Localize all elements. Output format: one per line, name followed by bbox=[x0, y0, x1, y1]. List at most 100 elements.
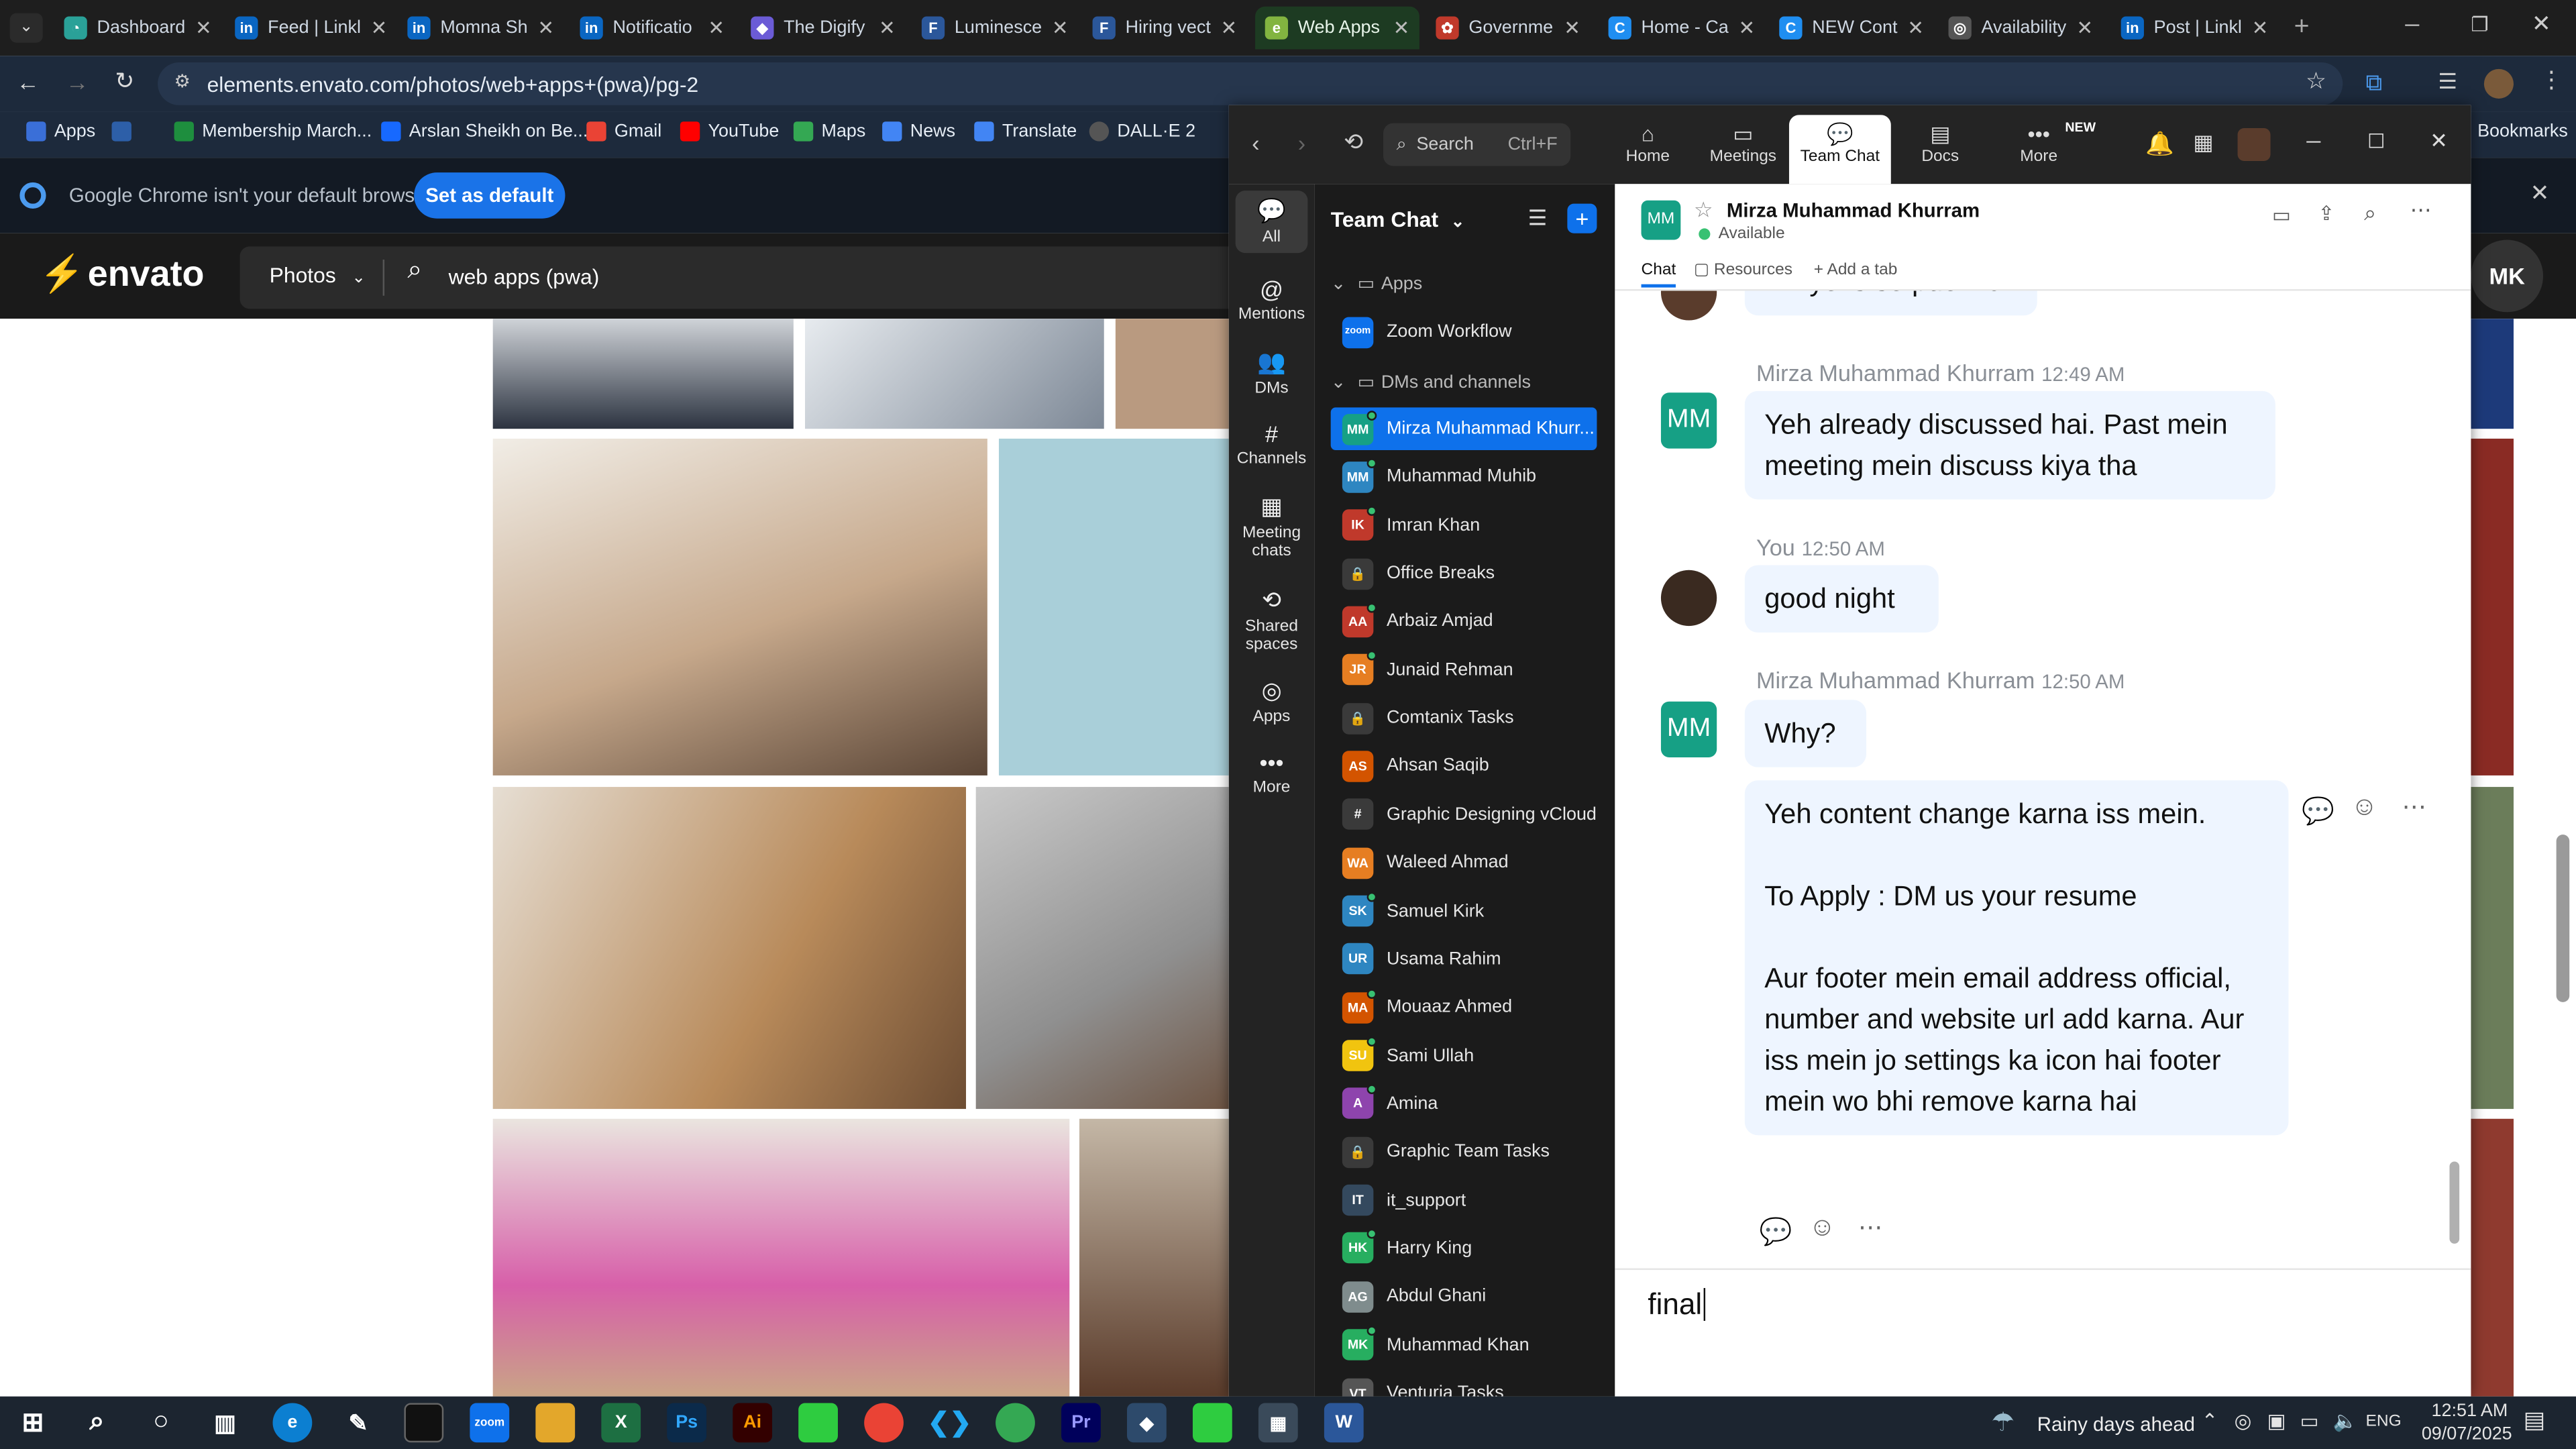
word-icon[interactable]: W bbox=[1324, 1403, 1364, 1443]
pen-icon[interactable]: ✎ bbox=[338, 1403, 378, 1442]
tab-close-icon[interactable]: ✕ bbox=[528, 16, 554, 39]
rail-item-more[interactable]: ••• More bbox=[1229, 749, 1314, 797]
rail-item-mentions[interactable]: @ Mentions bbox=[1229, 276, 1314, 323]
back-chevron-icon[interactable]: ‹ bbox=[1252, 129, 1259, 156]
zoom-nav-docs[interactable]: ▤ Docs bbox=[1889, 115, 1991, 184]
cortana-icon[interactable]: ○ bbox=[142, 1403, 181, 1442]
contact-item[interactable]: IK Imran Khan bbox=[1331, 504, 1597, 547]
new-chat-button[interactable]: + bbox=[1567, 203, 1597, 233]
window-close-icon[interactable]: ✕ bbox=[2532, 10, 2551, 38]
tab-close-icon[interactable]: ✕ bbox=[1898, 16, 1924, 39]
add-reaction-icon[interactable]: ☺ bbox=[2351, 794, 2378, 823]
excel-icon[interactable]: X bbox=[601, 1403, 641, 1443]
photo-tile[interactable] bbox=[492, 438, 987, 775]
contact-item[interactable]: VT Venturia Tasks bbox=[1331, 1372, 1597, 1397]
tab-close-icon[interactable]: ✕ bbox=[698, 16, 724, 39]
category-dropdown[interactable]: Photos ⌄ bbox=[270, 263, 366, 288]
chat-app-icon[interactable] bbox=[798, 1403, 838, 1443]
tab-close-icon[interactable]: ✕ bbox=[1042, 16, 1069, 39]
browser-tab[interactable]: ◆ The Digify ✕ bbox=[741, 7, 905, 50]
tab-close-icon[interactable]: ✕ bbox=[1729, 16, 1756, 39]
terminal-icon[interactable] bbox=[404, 1403, 444, 1443]
message-bubble[interactable]: good night bbox=[1744, 565, 1939, 633]
search-icon[interactable]: ⌕ bbox=[77, 1403, 117, 1442]
window-restore-icon[interactable]: ❐ bbox=[2471, 13, 2488, 36]
calendar-icon[interactable]: ▦ bbox=[2193, 129, 2213, 156]
contact-item[interactable]: SK Samuel Kirk bbox=[1331, 890, 1597, 932]
bookmark-dalle[interactable]: DALL·E 2 bbox=[1089, 121, 1195, 142]
contact-item[interactable]: 🔒 Comtanix Tasks bbox=[1331, 697, 1597, 740]
contact-item[interactable]: AS Ahsan Saqib bbox=[1331, 745, 1597, 788]
tab-close-icon[interactable]: ✕ bbox=[869, 16, 896, 39]
tray-app-icon[interactable]: ◎ bbox=[2235, 1409, 2252, 1432]
bookmark-news[interactable]: News bbox=[882, 121, 955, 142]
clock-time[interactable]: 12:51 AM bbox=[2432, 1401, 2508, 1421]
video-call-icon[interactable]: ▭ bbox=[2272, 204, 2291, 227]
photo-tile[interactable] bbox=[492, 787, 967, 1110]
bookmark-translate[interactable]: Translate bbox=[974, 121, 1077, 142]
bookmark-apps[interactable]: Apps bbox=[26, 121, 95, 142]
star-icon[interactable]: ☆ bbox=[1694, 197, 1713, 223]
history-icon[interactable]: ⟲ bbox=[1344, 128, 1363, 156]
zoom-nav-team-chat[interactable]: 💬 Team Chat bbox=[1788, 115, 1891, 184]
browser-tab[interactable]: in Feed | Linkl ✕ bbox=[225, 7, 390, 50]
profile-avatar[interactable] bbox=[2483, 68, 2514, 99]
bookmark-youtube[interactable]: YouTube bbox=[680, 121, 779, 142]
message-bubble[interactable]: Yeh content change karna iss mein. To Ap… bbox=[1744, 780, 2289, 1136]
contact-item[interactable]: HK Harry King bbox=[1331, 1227, 1597, 1270]
profile-avatar[interactable] bbox=[2237, 128, 2271, 162]
tab-close-icon[interactable]: ✕ bbox=[361, 16, 388, 39]
calculator-icon[interactable]: ▦ bbox=[1258, 1403, 1298, 1443]
forward-chevron-icon[interactable]: › bbox=[1298, 129, 1305, 156]
photo-tile[interactable] bbox=[492, 319, 794, 429]
more-options-icon[interactable]: ⋯ bbox=[2410, 197, 2432, 223]
rail-item-meeting-chats[interactable]: ▦ Meeting chats bbox=[1229, 493, 1314, 560]
browser-tab[interactable]: in Notificatio ✕ bbox=[570, 7, 735, 50]
task-view-icon[interactable]: ▥ bbox=[205, 1403, 245, 1442]
photo-tile[interactable] bbox=[2471, 1118, 2514, 1397]
chat-app-icon[interactable] bbox=[1192, 1403, 1232, 1443]
file-explorer-icon[interactable] bbox=[535, 1403, 576, 1443]
search-input[interactable]: web apps (pwa) bbox=[449, 264, 600, 289]
browser-tab[interactable]: ✿ Governme ✕ bbox=[1426, 7, 1591, 50]
rail-item-shared-spaces[interactable]: ⟲ Shared spaces bbox=[1229, 586, 1314, 653]
browser-tab[interactable]: F Hiring vect ✕ bbox=[1083, 7, 1247, 50]
bookmark-membership[interactable]: Membership March... bbox=[174, 121, 372, 142]
reload-icon[interactable]: ↻ bbox=[115, 67, 134, 95]
weather-icon[interactable]: ☂ bbox=[1991, 1406, 2015, 1439]
dm-section-header[interactable]: ⌄ ▭ DMs and channels bbox=[1331, 371, 1531, 392]
tab-search-chevron-icon[interactable]: ⌄ bbox=[9, 13, 43, 43]
photo-tile[interactable] bbox=[492, 1118, 1070, 1397]
photo-tile[interactable] bbox=[2471, 787, 2514, 1110]
media-controls-icon[interactable]: ☰ bbox=[2438, 69, 2457, 95]
photo-tile[interactable] bbox=[998, 438, 1229, 775]
message-bubble[interactable]: Why? bbox=[1744, 700, 1867, 767]
share-screen-icon[interactable]: ⇪ bbox=[2318, 202, 2335, 225]
app-icon[interactable]: ◆ bbox=[1127, 1403, 1167, 1443]
edge-icon[interactable]: e bbox=[272, 1403, 313, 1443]
language-indicator[interactable]: ENG bbox=[2366, 1413, 2402, 1431]
more-options-icon[interactable]: ⋯ bbox=[1858, 1212, 1883, 1242]
envato-logo[interactable]: ⚡ envato bbox=[40, 253, 205, 296]
team-chat-title[interactable]: Team Chat ⌄ bbox=[1331, 207, 1465, 232]
browser-tab[interactable]: in Post | Linkl ✕ bbox=[2111, 7, 2275, 50]
message-bubble[interactable]: Ikh ye is se puch lo bbox=[1744, 290, 2037, 316]
infobar-close-icon[interactable]: ✕ bbox=[2530, 179, 2549, 207]
contact-item[interactable]: SU Sami Ullah bbox=[1331, 1034, 1597, 1077]
chrome-icon[interactable] bbox=[864, 1403, 904, 1443]
network-icon[interactable]: ▭ bbox=[2300, 1409, 2319, 1432]
photo-tile[interactable] bbox=[2471, 438, 2514, 775]
app-zoom-workflow[interactable]: zoom Zoom Workflow bbox=[1331, 311, 1597, 354]
message-bubble[interactable]: Yeh already discussed hai. Past mein mee… bbox=[1744, 390, 2275, 500]
photo-tile[interactable] bbox=[975, 787, 1229, 1110]
user-avatar[interactable]: MK bbox=[2471, 239, 2544, 313]
contact-item[interactable]: 🔒 Office Breaks bbox=[1331, 552, 1597, 595]
contact-item[interactable]: UR Usama Rahim bbox=[1331, 938, 1597, 981]
contact-item[interactable]: MM Muhammad Muhib bbox=[1331, 455, 1597, 498]
chat-scrollbar[interactable] bbox=[2449, 1161, 2460, 1244]
all-bookmarks[interactable]: Bookmarks bbox=[2477, 121, 2568, 141]
bookmark-maps[interactable]: Maps bbox=[793, 121, 865, 142]
tab-close-icon[interactable]: ✕ bbox=[1554, 16, 1580, 39]
filter-icon[interactable]: ☰ bbox=[1528, 205, 1548, 231]
tab-close-icon[interactable]: ✕ bbox=[2067, 16, 2093, 39]
